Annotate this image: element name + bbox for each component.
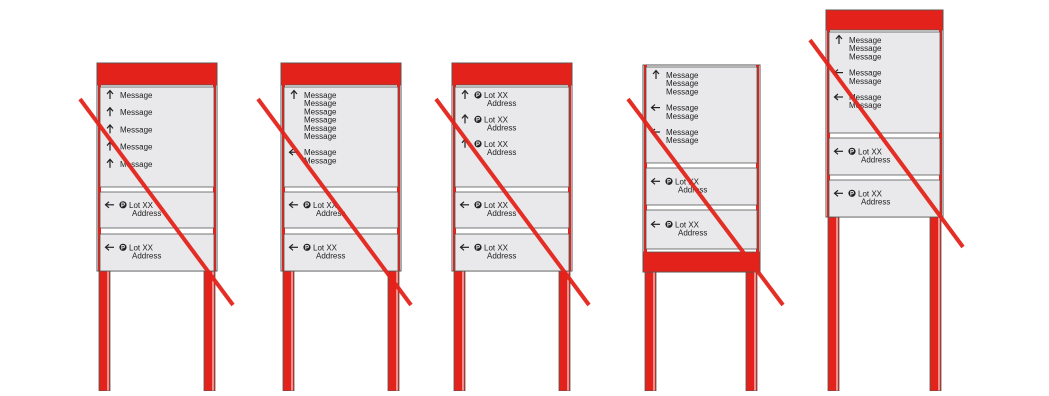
lot-panel: P Lot XXAddress bbox=[99, 233, 215, 272]
row-sublabel: Address bbox=[487, 252, 516, 261]
row-sublabel: Message bbox=[666, 112, 699, 121]
message-panel: MessageMessageMessageMessageMessageMessa… bbox=[283, 86, 399, 188]
sign-2: MessageMessageMessageMessageMessageMessa… bbox=[256, 62, 413, 392]
lot-panel: P Lot XXAddress bbox=[828, 179, 941, 218]
row-sublabel: Address bbox=[487, 148, 516, 157]
message-panel: MessageMessageMessageMessageMessageMessa… bbox=[828, 31, 941, 134]
row-sublabel: Address bbox=[487, 99, 516, 108]
lot-panel: P Lot XXAddress bbox=[454, 191, 570, 229]
row-sublabel: Address bbox=[678, 229, 707, 238]
sign-top-band bbox=[280, 62, 402, 86]
parking-icon-letter: P bbox=[476, 93, 480, 99]
parking-icon-letter: P bbox=[667, 223, 671, 229]
row-sublabel: Address bbox=[132, 209, 161, 218]
message-panel: MessageMessageMessageMessageMessage bbox=[99, 86, 215, 188]
parking-icon-letter: P bbox=[850, 192, 854, 198]
parking-icon-letter: P bbox=[476, 246, 480, 252]
row-label: Message bbox=[120, 125, 153, 134]
row-sublabel: Address bbox=[132, 252, 161, 261]
row-sublabel: Address bbox=[861, 198, 890, 207]
panel-box bbox=[283, 86, 399, 188]
panel-box bbox=[828, 31, 941, 134]
sign-bottom-band bbox=[642, 251, 761, 273]
parking-icon-letter: P bbox=[476, 118, 480, 124]
row-sublabel: Message bbox=[666, 87, 699, 96]
row-label: Message bbox=[120, 143, 153, 152]
row-sublabel: Message bbox=[666, 136, 699, 145]
row-sublabel: Message bbox=[849, 52, 882, 61]
row-label: Message bbox=[120, 91, 153, 100]
parking-icon-letter: P bbox=[121, 246, 125, 252]
row-sublabel: Message bbox=[304, 156, 337, 165]
parking-icon-letter: P bbox=[305, 203, 309, 209]
diagram-canvas: Message Message Message Message Message P Lot … bbox=[78, 9, 965, 392]
sign-top-band bbox=[96, 62, 218, 86]
parking-icon-letter: P bbox=[667, 180, 671, 186]
lot-panel: P Lot XXAddress bbox=[99, 191, 215, 229]
sign-3: P Lot XXAddressP Lot XXAddressP Lot XXAddre… bbox=[434, 62, 591, 392]
sign-variants-diagram: Message Message Message Message Message P Lot … bbox=[0, 0, 1049, 392]
row-sublabel: Address bbox=[487, 209, 516, 218]
parking-icon-letter: P bbox=[476, 142, 480, 148]
lot-panel: P Lot XXAddress bbox=[645, 209, 758, 250]
sign-5: MessageMessageMessageMessageMessageMessa… bbox=[808, 9, 965, 392]
sign-top-band bbox=[825, 9, 944, 31]
row-label: Message bbox=[120, 108, 153, 117]
parking-icon-letter: P bbox=[850, 150, 854, 156]
row-sublabel: Address bbox=[487, 124, 516, 133]
parking-icon-letter: P bbox=[305, 246, 309, 252]
row-sublabel: Message bbox=[304, 132, 337, 141]
parking-icon-letter: P bbox=[121, 203, 125, 209]
sign-top-band bbox=[451, 62, 573, 86]
row-sublabel: Address bbox=[861, 156, 890, 165]
row-sublabel: Address bbox=[316, 252, 345, 261]
message-panel: P Lot XXAddressP Lot XXAddressP Lot XXAddre… bbox=[454, 86, 570, 188]
parking-icon-letter: P bbox=[476, 203, 480, 209]
sign-1: MessageMessageMessageMessageMessageP Lot … bbox=[78, 62, 235, 392]
panel-box bbox=[645, 66, 758, 164]
panel-box bbox=[99, 86, 215, 188]
row-sublabel: Message bbox=[849, 77, 882, 86]
message-panel: MessageMessageMessageMessageMessageMessa… bbox=[645, 66, 758, 164]
sign-4: MessageMessageMessageMessageMessageMessa… bbox=[626, 64, 785, 392]
